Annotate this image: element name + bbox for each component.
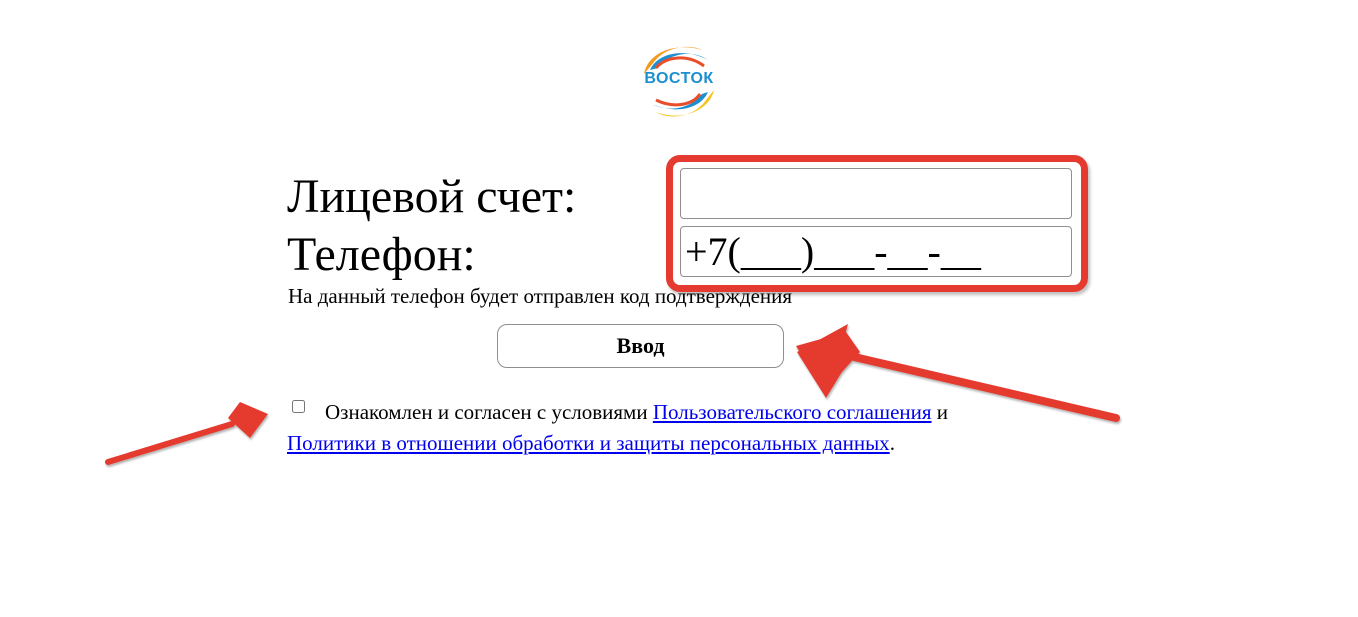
agreement-text: Ознакомлен и согласен с условиями — [325, 400, 653, 424]
agreement-line-1: Ознакомлен и согласен с условиями Пользо… — [325, 397, 948, 428]
logo-text: ВОСТОК — [644, 70, 714, 87]
submit-button[interactable]: Ввод — [497, 324, 784, 368]
account-input[interactable] — [680, 168, 1072, 219]
terms-link[interactable]: Пользовательского соглашения — [653, 400, 932, 424]
agreement-and: и — [931, 400, 949, 424]
phone-input[interactable] — [680, 226, 1072, 277]
phone-label: Телефон: — [287, 228, 476, 281]
vostok-logo: ВОСТОК — [636, 40, 722, 122]
account-label: Лицевой счет: — [287, 170, 577, 223]
agreement-line-2: Политики в отношении обработки и защиты … — [287, 428, 895, 459]
phone-hint: На данный телефон будет отправлен код по… — [288, 284, 793, 308]
arrow-to-checkbox-icon — [105, 402, 268, 465]
privacy-link[interactable]: Политики в отношении обработки и защиты … — [287, 431, 890, 455]
agree-checkbox[interactable] — [292, 400, 305, 413]
agreement-period: . — [889, 431, 895, 455]
